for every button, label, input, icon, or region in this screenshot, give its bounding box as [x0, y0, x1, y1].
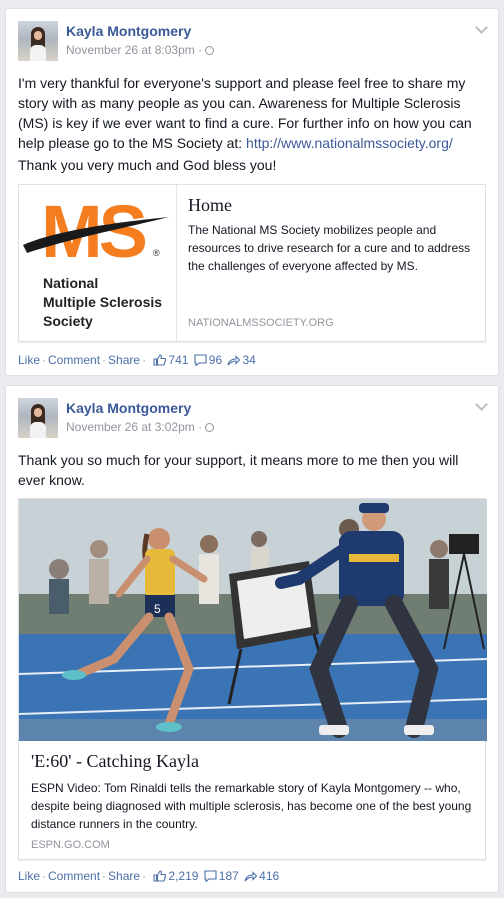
author-name[interactable]: Kayla Montgomery: [66, 23, 191, 39]
share-icon[interactable]: [227, 354, 241, 366]
card-domain: NATIONALMSSOCIETY.ORG: [188, 317, 334, 329]
like-button[interactable]: Like: [18, 869, 40, 883]
link-preview-card[interactable]: MS ® National Multiple Sclerosis Society…: [18, 184, 486, 342]
share-count[interactable]: 416: [259, 869, 279, 883]
card-description: ESPN Video: Tom Rinaldi tells the remark…: [31, 781, 472, 831]
share-icon[interactable]: [244, 870, 258, 882]
author-name[interactable]: Kayla Montgomery: [66, 400, 191, 416]
card-description: The National MS Society mobilizes people…: [188, 223, 471, 273]
ms-society-logo: MS ® National Multiple Sclerosis Society: [19, 185, 177, 341]
comment-count[interactable]: 187: [219, 869, 239, 883]
post-actions: Like · Comment · Share · 2,219 187 416: [18, 869, 280, 883]
like-count[interactable]: 741: [168, 353, 188, 367]
comment-button[interactable]: Comment: [48, 869, 100, 883]
avatar[interactable]: [18, 398, 58, 438]
runner-bib-number: 5: [154, 602, 161, 616]
card-photo[interactable]: 5: [19, 499, 487, 741]
card-title[interactable]: Home: [188, 195, 232, 216]
post-text-second: Thank you very much and God bless you!: [18, 157, 277, 173]
share-button[interactable]: Share: [108, 353, 140, 367]
chevron-down-icon[interactable]: [475, 21, 488, 34]
logo-registered-mark: ®: [153, 248, 160, 258]
chevron-down-icon[interactable]: [475, 398, 488, 411]
share-button[interactable]: Share: [108, 869, 140, 883]
like-icon[interactable]: [153, 870, 167, 882]
runner-photo-illustration: 5: [19, 499, 487, 741]
link-preview-card[interactable]: 5 'E:60' - Catching Kayla ESPN Video: To…: [18, 498, 487, 860]
card-title[interactable]: 'E:60' - Catching Kayla: [31, 751, 199, 772]
globe-icon: [205, 46, 215, 55]
comment-icon[interactable]: [204, 870, 217, 882]
post-text: I'm very thankful for everyone's support…: [18, 75, 472, 151]
like-icon[interactable]: [153, 354, 167, 366]
logo-org-name: National Multiple Sclerosis Society: [43, 275, 163, 329]
comment-icon[interactable]: [194, 354, 207, 366]
card-domain: ESPN.GO.COM: [31, 839, 110, 851]
globe-icon: [205, 423, 215, 432]
post: Kayla Montgomery November 26 at 8:03pm ·…: [5, 8, 499, 376]
post-timestamp[interactable]: November 26 at 8:03pm ·: [66, 43, 215, 57]
like-count[interactable]: 2,219: [168, 869, 198, 883]
comment-button[interactable]: Comment: [48, 353, 100, 367]
post-link[interactable]: http://www.nationalmssociety.org/: [246, 135, 453, 151]
comment-count[interactable]: 96: [209, 353, 222, 367]
post-actions: Like · Comment · Share · 741 96 34: [18, 353, 256, 367]
post: Kayla Montgomery November 26 at 3:02pm ·…: [5, 385, 499, 893]
like-button[interactable]: Like: [18, 353, 40, 367]
post-timestamp[interactable]: November 26 at 3:02pm ·: [66, 420, 215, 434]
logo-swoosh: [23, 217, 169, 253]
post-text: Thank you so much for your support, it m…: [18, 452, 459, 488]
share-count[interactable]: 34: [242, 353, 255, 367]
avatar[interactable]: [18, 21, 58, 61]
